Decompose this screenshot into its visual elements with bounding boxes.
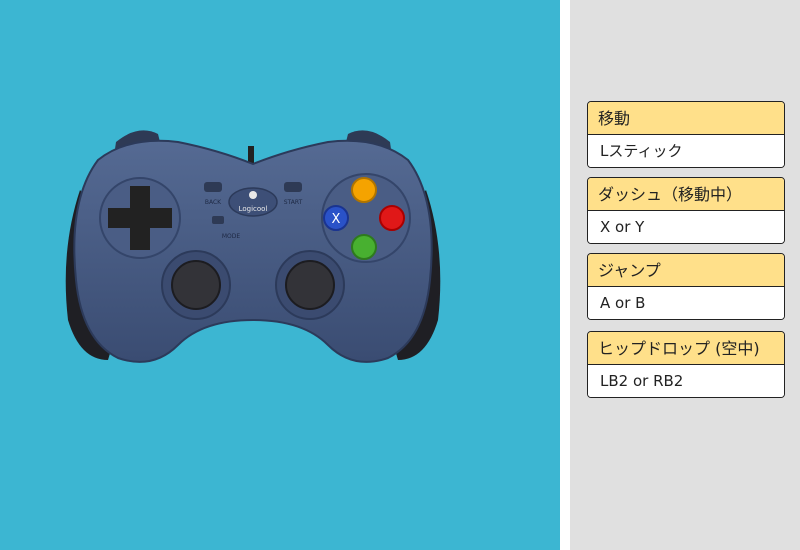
back-button[interactable] (204, 182, 222, 192)
button-a[interactable] (351, 234, 377, 260)
control-input-label: Lスティック (588, 135, 784, 167)
mode-button[interactable] (212, 216, 224, 224)
control-action-label: ヒップドロップ (空中) (588, 332, 784, 365)
back-label: BACK (205, 199, 222, 206)
control-input-label: A or B (588, 287, 784, 319)
control-card-move: 移動 Lスティック (587, 101, 785, 168)
left-analog-stick[interactable] (171, 260, 221, 310)
right-analog-stick[interactable] (285, 260, 335, 310)
panel-divider (560, 0, 570, 550)
control-action-label: ダッシュ（移動中） (588, 178, 784, 211)
control-legend-panel: 移動 Lスティック ダッシュ（移動中） X or Y ジャンプ A or B ヒ… (570, 0, 800, 550)
control-input-label: LB2 or RB2 (588, 365, 784, 397)
control-card-dash: ダッシュ（移動中） X or Y (587, 177, 785, 244)
button-x-glyph: X (332, 212, 341, 227)
button-b[interactable] (379, 205, 405, 231)
start-button[interactable] (284, 182, 302, 192)
logitech-logo-icon (249, 191, 257, 199)
start-label: START (284, 199, 303, 206)
controller-image-panel: X BACK START Logicool MODE (0, 0, 560, 550)
control-card-hip-drop: ヒップドロップ (空中) LB2 or RB2 (587, 331, 785, 398)
gamepad-image: X BACK START Logicool MODE (65, 130, 441, 363)
control-action-label: 移動 (588, 102, 784, 135)
button-y[interactable] (351, 177, 377, 203)
mode-label: MODE (222, 233, 241, 240)
control-action-label: ジャンプ (588, 254, 784, 287)
logo-text: Logicool (239, 205, 268, 213)
control-card-jump: ジャンプ A or B (587, 253, 785, 320)
control-input-label: X or Y (588, 211, 784, 243)
